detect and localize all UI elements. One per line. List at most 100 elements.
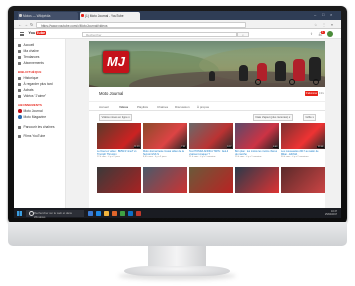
monitor-chin: [8, 222, 347, 246]
task-view-icon[interactable]: [88, 210, 93, 216]
clock-icon: [18, 82, 21, 86]
video-card[interactable]: 12:05 Les nouveautés 2017 au salon de Mi…: [281, 123, 325, 159]
channel-tabs: Accueil Vidéos Playlists Chaînes Discuss…: [89, 101, 325, 112]
search-button[interactable]: ⌕: [237, 31, 249, 37]
tab-discussion[interactable]: Discussion: [175, 105, 190, 109]
channel-name: Moto Journal: [99, 91, 124, 96]
video-card[interactable]: 11:23 Le Duel en vidéo : BMW R nineT vs …: [97, 123, 141, 159]
store-icon[interactable]: [120, 210, 125, 216]
channel-logo: MJ: [103, 51, 129, 73]
video-thumbnail[interactable]: 7:51: [143, 123, 187, 149]
browser-tab-bar: Motos — Wikipédia (1) Moto Journal - You…: [14, 11, 341, 20]
video-thumbnail[interactable]: [97, 167, 141, 193]
library-heading: BIBLIOTHÈQUE: [18, 70, 42, 74]
forward-icon[interactable]: →: [24, 22, 28, 27]
view-mode-select[interactable]: Grille ▾: [303, 114, 317, 121]
video-card[interactable]: [235, 167, 279, 193]
person-icon: [18, 49, 21, 53]
video-card[interactable]: [189, 167, 233, 193]
video-duration: 11:23: [133, 146, 140, 148]
system-tray-clock[interactable]: 10:47 25/04/2017: [325, 210, 337, 216]
purchase-icon: [18, 88, 21, 92]
video-duration: 9:12: [226, 146, 232, 148]
back-icon[interactable]: ←: [18, 22, 22, 27]
sidebar-item-films[interactable]: Films YouTube: [18, 134, 45, 138]
video-card[interactable]: 6:40 Bon plan : les motos les moins chèr…: [235, 123, 279, 159]
windows-taskbar: Rechercher sur le web et dans Windows 10…: [14, 208, 341, 218]
video-card[interactable]: 7:51 Moto Journal teste l'essai vidéo de…: [143, 123, 187, 159]
windows-start-icon[interactable]: [17, 210, 22, 216]
thumbs-up-icon: [18, 94, 21, 98]
edge-browser-icon[interactable]: [96, 210, 101, 216]
sidebar-item-my-channel[interactable]: Ma chaîne: [18, 49, 39, 53]
sidebar-item-history[interactable]: Historique: [18, 76, 38, 80]
firefox-icon[interactable]: [112, 210, 117, 216]
video-thumbnail[interactable]: [143, 167, 187, 193]
banner-rider: [309, 57, 321, 81]
channel-avatar: [18, 115, 22, 119]
scene: Motos — Wikipédia (1) Moto Journal - You…: [0, 0, 355, 286]
video-meta: 8,4 k vues · il y a 5 jours: [143, 156, 167, 158]
tab-about[interactable]: À propos: [197, 105, 209, 109]
tab-videos[interactable]: Vidéos: [119, 105, 129, 112]
main-content: MJ Moto Journal S'abonner 13 k Accueil V…: [67, 39, 341, 213]
sidebar-sub-moto-magazine[interactable]: Moto Magazine: [18, 115, 46, 119]
sidebar-item-liked[interactable]: Vidéos "J'aime": [18, 94, 46, 98]
flame-icon: [18, 55, 21, 59]
video-meta: 21 k vues · il y a 1 semaine: [189, 156, 216, 158]
video-card[interactable]: 9:12 Test HONDA AFRICA TWIN : faut-il vr…: [189, 123, 233, 159]
file-explorer-icon[interactable]: [104, 210, 109, 216]
search-icon: ⌕: [242, 32, 244, 37]
search-input[interactable]: Rechercher: [82, 31, 237, 37]
taskbar-search-input[interactable]: Rechercher sur le web et dans Windows: [26, 209, 84, 218]
sort-select[interactable]: Date d'ajout (plus récentes) ▾: [253, 114, 293, 121]
video-meta: 30 k vues · il y a 2 semaines: [281, 156, 309, 158]
minimize-button[interactable]: –: [314, 12, 316, 17]
sidebar-item-browse-channels[interactable]: Parcourir les chaînes: [18, 125, 54, 129]
app-icon[interactable]: [136, 210, 141, 216]
user-avatar[interactable]: [327, 31, 333, 37]
video-thumbnail[interactable]: 6:40: [235, 123, 279, 149]
tab-channels[interactable]: Chaînes: [157, 105, 168, 109]
monitor-stand-neck: [148, 246, 206, 268]
browser-toolbar-icons[interactable]: ☆ ⋮ ≡: [314, 23, 335, 27]
video-thumbnail[interactable]: [189, 167, 233, 193]
sidebar-item-watch-later[interactable]: À regarder plus tard: [18, 82, 53, 86]
upload-icon[interactable]: ⇪: [310, 32, 315, 37]
video-thumbnail[interactable]: 12:05: [281, 123, 325, 149]
mail-icon[interactable]: [128, 210, 133, 216]
add-circle-icon: [18, 125, 21, 129]
banner-rider: [209, 71, 215, 81]
tab-home[interactable]: Accueil: [99, 105, 109, 109]
video-card[interactable]: [97, 167, 141, 193]
maximize-button[interactable]: □: [322, 12, 324, 17]
uploads-filter-select[interactable]: Vidéos mises en ligne ▾: [99, 114, 133, 121]
sidebar-item-home[interactable]: Accueil: [18, 43, 34, 47]
video-thumbnail[interactable]: 11:23: [97, 123, 141, 149]
browser-tab[interactable]: Motos — Wikipédia: [18, 12, 78, 20]
video-thumbnail[interactable]: [235, 167, 279, 193]
menu-icon[interactable]: [20, 32, 24, 36]
banner-rider: [293, 59, 305, 81]
video-card[interactable]: [281, 167, 325, 193]
sidebar-item-trending[interactable]: Tendances: [18, 55, 39, 59]
sidebar-item-purchases[interactable]: Achats: [18, 88, 34, 92]
video-duration: 12:05: [317, 146, 324, 148]
sidebar-item-subscriptions[interactable]: Abonnements: [18, 61, 44, 65]
browser-tab-active[interactable]: (1) Moto Journal - YouTube: [80, 12, 140, 20]
tab-playlists[interactable]: Playlists: [137, 105, 148, 109]
video-card[interactable]: [143, 167, 187, 193]
url-field[interactable]: https://www.youtube.com/c/MotoJournal/vi…: [36, 22, 246, 28]
video-thumbnail[interactable]: 9:12: [189, 123, 233, 149]
sidebar-sub-moto-journal[interactable]: Moto Journal: [18, 109, 43, 113]
banner-wheel: [255, 79, 261, 85]
close-window-button[interactable]: ×: [330, 12, 332, 17]
youtube-logo[interactable]: YouTube: [27, 31, 47, 37]
notification-badge: 1: [321, 30, 325, 34]
address-bar-row: ← → ↻ https://www.youtube.com/c/MotoJour…: [14, 20, 341, 29]
reload-icon[interactable]: ↻: [30, 22, 33, 27]
banner-rider: [275, 61, 286, 81]
subscribe-button[interactable]: S'abonner: [305, 91, 318, 96]
video-thumbnail[interactable]: [281, 167, 325, 193]
video-duration: 7:51: [180, 146, 186, 148]
